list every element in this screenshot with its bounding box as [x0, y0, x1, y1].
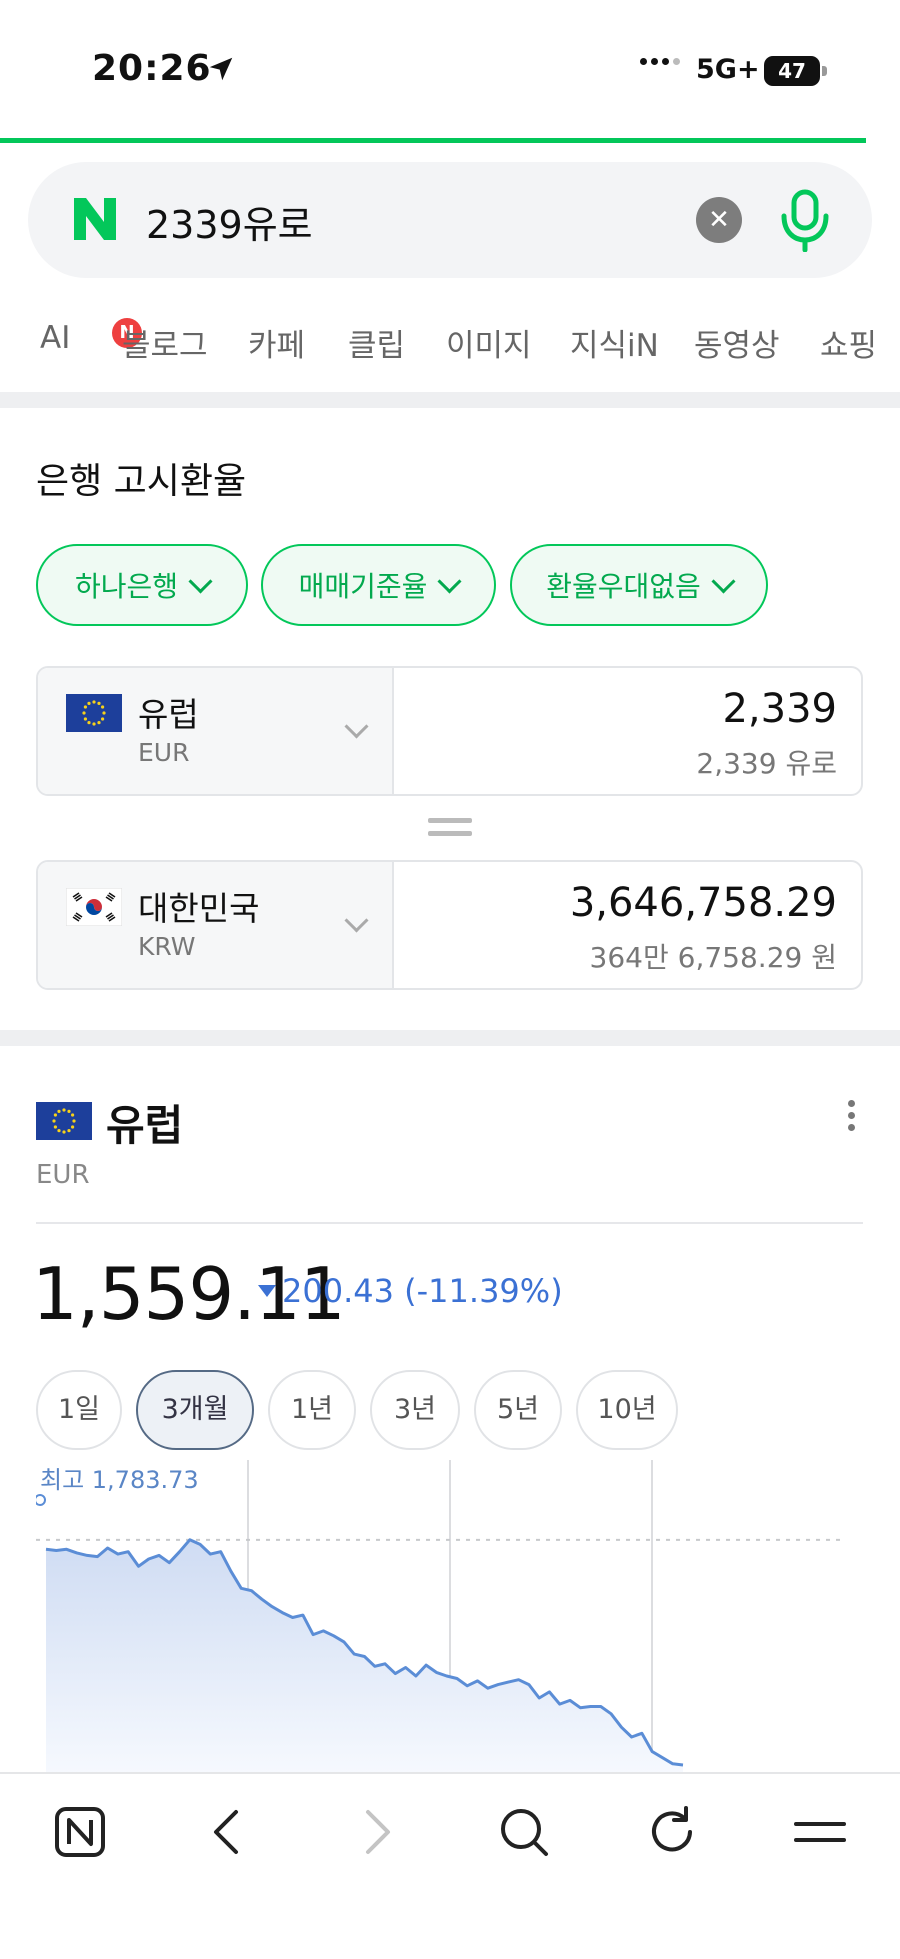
chip-label: 환율우대없음 [546, 570, 701, 603]
eu-flag-icon [36, 1102, 92, 1140]
period-3m-button[interactable]: 3개월 [136, 1370, 254, 1450]
to-amount-value[interactable]: 3,646,758.29 [570, 880, 837, 926]
period-10y-button[interactable]: 10년 [576, 1370, 678, 1450]
chevron-down-icon [188, 569, 213, 594]
currency-name: 대한민국 [138, 889, 260, 928]
chevron-down-icon [344, 908, 369, 933]
network-type: 5G+ [696, 54, 760, 85]
tab-shopping[interactable]: 쇼핑 [820, 320, 877, 365]
from-amount-input[interactable]: 2,339 [722, 686, 837, 732]
to-amount-reading: 364만 6,758.29 원 [589, 941, 837, 974]
more-options-icon[interactable] [848, 1100, 856, 1136]
tab-ai[interactable]: AI N [40, 318, 142, 356]
from-amount-reading: 2,339 유로 [696, 747, 837, 780]
chip-label: 하나은행 [74, 570, 179, 603]
currency-code: EUR [138, 738, 190, 767]
location-arrow-icon [209, 57, 233, 81]
chevron-down-icon [344, 714, 369, 739]
preference-chip[interactable]: 환율우대없음 [510, 544, 768, 626]
tab-clip[interactable]: 클립 [348, 320, 405, 365]
rate-change: 200.43 (-11.39%) [282, 1272, 563, 1310]
high-point-marker [36, 1494, 46, 1506]
chevron-down-icon [437, 569, 462, 594]
menu-icon[interactable] [792, 1804, 848, 1860]
period-1d-button[interactable]: 1일 [36, 1370, 122, 1450]
bank-select-chip[interactable]: 하나은행 [36, 544, 248, 626]
battery-tip [822, 66, 827, 76]
currency-code: KRW [138, 932, 196, 961]
down-arrow-icon [258, 1285, 276, 1297]
tab-cafe[interactable]: 카페 [248, 320, 305, 365]
equals-icon [428, 818, 472, 840]
rate-chart[interactable] [36, 1460, 863, 1774]
from-currency-select[interactable]: 유럽 EUR [38, 668, 394, 794]
chip-label: 매매기준율 [298, 570, 428, 603]
search-tabs: AI N 블로그 카페 클립 이미지 지식iN 동영상 쇼핑 [0, 310, 900, 380]
microphone-icon[interactable] [776, 188, 834, 252]
to-currency-row: 대한민국 KRW 3,646,758.29 364만 6,758.29 원 [36, 860, 863, 990]
naver-home-icon[interactable] [52, 1804, 108, 1860]
currency-title: 유럽 [106, 1101, 184, 1150]
section-divider [0, 1030, 900, 1046]
signal-icon [640, 58, 680, 65]
section-title: 은행 고시환율 [36, 461, 247, 502]
period-1y-button[interactable]: 1년 [268, 1370, 356, 1450]
period-3y-button[interactable]: 3년 [370, 1370, 460, 1450]
forward-icon [366, 1810, 390, 1854]
status-bar: 20:26 5G+ 47 [0, 0, 900, 140]
page-load-progress [0, 138, 866, 143]
back-icon[interactable] [200, 1804, 256, 1860]
eu-flag-icon [66, 694, 122, 732]
currency-name: 유럽 [138, 695, 199, 734]
reload-icon[interactable] [644, 1804, 700, 1860]
from-currency-row: 유럽 EUR 2,339 2,339 유로 [36, 666, 863, 796]
tab-blog[interactable]: 블로그 [122, 320, 208, 365]
chart-high-label: 최고 1,783.73 [40, 1466, 199, 1494]
search-bar[interactable]: 2339유로 ✕ [28, 162, 872, 278]
korea-flag-icon [66, 888, 122, 926]
search-icon[interactable] [496, 1804, 552, 1860]
search-input[interactable]: 2339유로 [146, 194, 313, 249]
status-time: 20:26 [92, 48, 212, 89]
tab-kin[interactable]: 지식iN [570, 320, 659, 365]
browser-toolbar [0, 1772, 900, 1959]
tab-label: AI [40, 320, 71, 356]
divider-line [36, 1222, 863, 1224]
chevron-down-icon [711, 569, 736, 594]
period-5y-button[interactable]: 5년 [474, 1370, 562, 1450]
tab-video[interactable]: 동영상 [694, 320, 780, 365]
rate-type-chip[interactable]: 매매기준율 [261, 544, 496, 626]
tab-image[interactable]: 이미지 [446, 320, 532, 365]
to-currency-select[interactable]: 대한민국 KRW [38, 862, 394, 988]
section-divider [0, 392, 900, 408]
clear-search-icon[interactable]: ✕ [696, 197, 742, 243]
currency-code: EUR [36, 1160, 90, 1190]
naver-logo-icon[interactable] [70, 194, 120, 244]
battery-icon: 47 [764, 56, 820, 86]
